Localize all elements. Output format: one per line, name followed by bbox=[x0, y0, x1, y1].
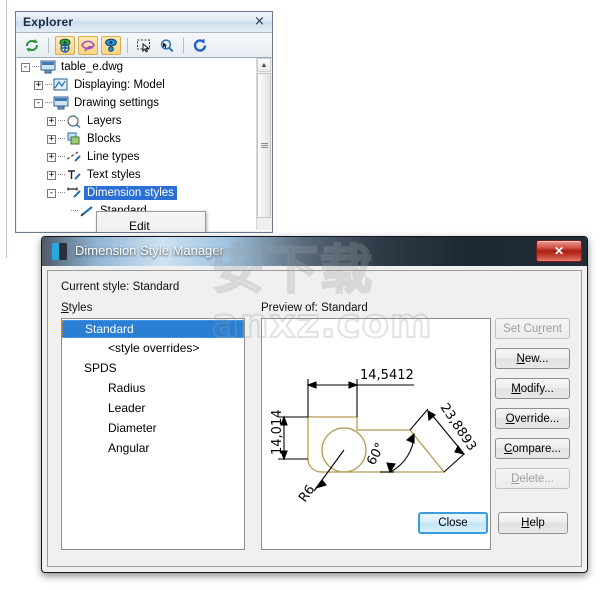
explorer-toolbar bbox=[16, 33, 272, 58]
new-button[interactable]: New... bbox=[495, 348, 570, 369]
tree-item-label: Blocks bbox=[87, 133, 121, 145]
textstyles-icon bbox=[66, 168, 84, 182]
dialog-close-button[interactable]: ✕ bbox=[536, 240, 582, 262]
dialog-titlebar[interactable]: Dimension Style Manager ✕ bbox=[42, 237, 587, 266]
drawing-icon bbox=[53, 96, 71, 110]
tree-scrollbar[interactable]: ▲ bbox=[256, 58, 271, 230]
tree-connector bbox=[45, 102, 52, 104]
expand-icon[interactable]: + bbox=[47, 116, 56, 126]
tree-item-drawing-settings[interactable]: - Drawing settings bbox=[17, 94, 271, 112]
tree-item-label: Drawing settings bbox=[74, 97, 160, 109]
tree-item-label: Displaying: Model bbox=[74, 79, 165, 91]
help-button[interactable]: Help bbox=[498, 512, 568, 534]
toolbar-separator bbox=[48, 37, 49, 53]
toolbar-separator bbox=[183, 37, 184, 53]
style-list-item[interactable]: Standard bbox=[62, 320, 244, 338]
context-menu[interactable]: Edit bbox=[96, 211, 206, 232]
compare-button[interactable]: Compare... bbox=[495, 438, 570, 459]
dialog-body: Current style: Standard Styles Preview o… bbox=[47, 270, 582, 567]
tree-item-line-types[interactable]: + Line types bbox=[17, 148, 271, 166]
model-icon bbox=[53, 78, 71, 92]
override-button[interactable]: Override... bbox=[495, 408, 570, 429]
tree-connector bbox=[32, 66, 39, 68]
context-menu-item-edit[interactable]: Edit bbox=[97, 219, 150, 232]
expand-icon[interactable]: + bbox=[47, 152, 56, 162]
current-style-label: Current style: Standard bbox=[61, 281, 180, 293]
explorer-titlebar[interactable]: Explorer × bbox=[16, 12, 272, 33]
dialog-footer-buttons: Close Help bbox=[418, 512, 568, 534]
set-current-button: Set Cu r rent bbox=[495, 318, 570, 339]
app-icon bbox=[51, 242, 69, 261]
tree-connector bbox=[58, 174, 65, 176]
add-layer-icon[interactable] bbox=[55, 35, 75, 55]
close-button[interactable]: Close bbox=[418, 512, 488, 534]
tree-connector bbox=[45, 84, 52, 86]
modify-button[interactable]: Modify... bbox=[495, 378, 570, 399]
expand-icon[interactable]: + bbox=[34, 80, 43, 90]
tree-item-label: Line types bbox=[87, 151, 140, 163]
dialog-title: Dimension Style Manager bbox=[75, 243, 224, 258]
horizontal-dim-text: 14,5412 bbox=[360, 368, 414, 383]
close-icon[interactable]: × bbox=[253, 15, 266, 28]
expand-icon[interactable]: + bbox=[47, 170, 56, 180]
style-list-item[interactable]: Diameter bbox=[62, 418, 244, 438]
tree-connector bbox=[71, 210, 78, 212]
style-list-item[interactable]: Radius bbox=[62, 378, 244, 398]
preview-label: Preview of: Standard bbox=[261, 302, 368, 314]
linetypes-icon bbox=[66, 150, 84, 164]
style-action-buttons: Set Cu r rent New... Modify... Override... Com… bbox=[495, 318, 570, 498]
collapse-icon[interactable]: - bbox=[21, 62, 30, 72]
scrollbar-grip bbox=[260, 143, 268, 148]
blocks-icon bbox=[66, 132, 84, 146]
vertical-dim-text: 14,014 bbox=[270, 410, 285, 456]
tree-item-displaying-model[interactable]: + Displaying: Model bbox=[17, 76, 271, 94]
collapse-icon[interactable]: - bbox=[47, 188, 56, 198]
purge-icon[interactable] bbox=[78, 35, 98, 55]
reload-icon[interactable] bbox=[190, 36, 210, 55]
radius-dim-text: R6 bbox=[296, 483, 318, 506]
explorer-window: Explorer × - table_e.dwg + Displaying: M… bbox=[15, 11, 273, 233]
collapse-icon[interactable]: - bbox=[34, 98, 43, 108]
expand-icon[interactable]: + bbox=[47, 134, 56, 144]
tree-connector bbox=[58, 156, 65, 158]
scroll-up-button[interactable]: ▲ bbox=[257, 58, 271, 72]
drawing-icon bbox=[40, 60, 58, 74]
tree-item-label: Text styles bbox=[87, 169, 141, 181]
explorer-title: Explorer bbox=[23, 15, 74, 29]
desktop-divider bbox=[6, 0, 7, 258]
tree-item-label: Layers bbox=[87, 115, 122, 127]
tree-connector bbox=[58, 192, 65, 194]
tree-item-text-styles[interactable]: + Text styles bbox=[17, 166, 271, 184]
visibility-icon[interactable] bbox=[101, 35, 121, 55]
style-list-item[interactable]: SPDS bbox=[62, 358, 244, 378]
toolbar-separator bbox=[127, 37, 128, 53]
dimension-style-manager-dialog: Dimension Style Manager ✕ Current style:… bbox=[41, 236, 588, 573]
style-list-item[interactable]: <style overrides> bbox=[62, 338, 244, 358]
styles-list[interactable]: Standard <style overrides> SPDS Radius Leade… bbox=[61, 318, 245, 550]
tree-connector bbox=[58, 138, 65, 140]
find-icon[interactable] bbox=[157, 36, 177, 55]
delete-button: Delete... bbox=[495, 468, 570, 489]
refresh-icon[interactable] bbox=[22, 36, 42, 55]
select-all-icon[interactable] bbox=[134, 36, 154, 55]
style-list-item[interactable]: Leader bbox=[62, 398, 244, 418]
scrollbar-thumb[interactable] bbox=[257, 73, 271, 218]
explorer-tree[interactable]: - table_e.dwg + Displaying: Model - Drawing s… bbox=[17, 57, 271, 231]
styles-label: Styles bbox=[61, 302, 93, 314]
tree-item-label: Dimension styles bbox=[84, 186, 177, 200]
dimensionstyles-icon bbox=[66, 186, 84, 200]
tree-item-blocks[interactable]: + Blocks bbox=[17, 130, 271, 148]
tree-item-table-e-dwg[interactable]: - table_e.dwg bbox=[17, 58, 271, 76]
tree-item-layers[interactable]: + Layers bbox=[17, 112, 271, 130]
style-list-item[interactable]: Angular bbox=[62, 438, 244, 458]
tree-item-label: table_e.dwg bbox=[61, 61, 124, 73]
dimstyle-leaf-icon bbox=[79, 204, 97, 218]
tree-item-dimension-styles[interactable]: - Dimension styles bbox=[17, 184, 271, 202]
layers-icon bbox=[66, 114, 84, 128]
tree-connector bbox=[58, 120, 65, 122]
angular-dim-text: 60° bbox=[364, 440, 388, 467]
